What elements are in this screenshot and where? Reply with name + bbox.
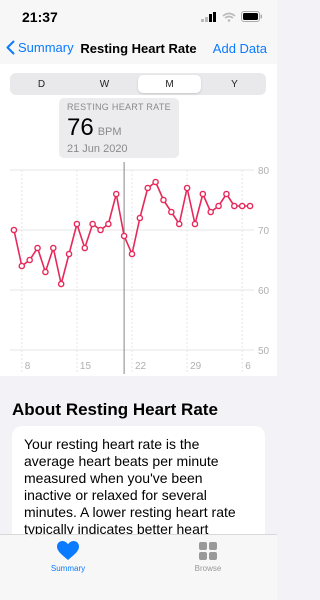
heart-rate-series-line (13, 181, 251, 285)
x-tick-label: 22 (135, 361, 147, 372)
data-point (199, 190, 207, 198)
tooltip-label: RESTING HEART RATE (67, 102, 171, 112)
x-tick-label: 8 (25, 361, 31, 372)
navigation-bar: Summary Resting Heart Rate Add Data (0, 34, 277, 64)
y-tick-label: 60 (258, 286, 270, 297)
x-tick-label: 15 (80, 361, 92, 372)
status-bar: 21:37 (0, 0, 277, 34)
data-point (105, 220, 112, 228)
wifi-icon (222, 12, 236, 22)
data-point (10, 226, 18, 234)
y-tick-label: 50 (258, 346, 270, 357)
tooltip-value: 76 (67, 114, 94, 141)
tooltip-value-row: 76 BPM (67, 114, 171, 142)
tab-summary-label: Summary (50, 564, 86, 573)
data-point (26, 256, 33, 264)
data-point (183, 184, 191, 192)
tooltip-unit: BPM (97, 126, 122, 138)
segment-week[interactable]: W (73, 73, 136, 95)
cellular-signal-icon (201, 11, 216, 22)
data-point (168, 208, 175, 216)
tooltip-date: 21 Jun 2020 (67, 143, 128, 155)
data-point (89, 220, 96, 228)
data-point (34, 244, 41, 252)
data-point (246, 202, 254, 210)
tab-browse[interactable]: Browse (168, 541, 248, 573)
battery-icon (241, 11, 262, 22)
selected-value-tooltip: RESTING HEART RATE 76 BPM 21 Jun 2020 (59, 98, 179, 158)
add-data-button[interactable]: Add Data (213, 41, 267, 56)
heart-icon (57, 541, 79, 560)
data-point (65, 250, 73, 258)
grid-icon (199, 542, 217, 560)
tab-browse-label: Browse (194, 564, 222, 573)
y-tick-label: 80 (258, 166, 270, 177)
data-point (175, 220, 183, 228)
data-point (238, 202, 246, 210)
x-tick-label: 6 (245, 361, 251, 372)
tab-bar: Summary Browse (0, 534, 277, 600)
status-icons (201, 11, 263, 22)
about-description: Your resting heart rate is the average h… (24, 436, 236, 537)
data-point (112, 190, 120, 198)
data-point (144, 184, 152, 192)
segment-year[interactable]: Y (203, 73, 266, 95)
data-point (120, 232, 128, 240)
back-label: Summary (18, 40, 74, 55)
about-section-title: About Resting Heart Rate (12, 400, 218, 419)
back-button[interactable]: Summary (6, 40, 74, 55)
data-point (42, 268, 49, 276)
data-point (215, 202, 222, 210)
data-point (136, 214, 144, 222)
data-point (128, 250, 136, 258)
tab-summary[interactable]: Summary (28, 541, 108, 573)
about-card: Your resting heart rate is the average h… (12, 426, 265, 546)
data-point (223, 190, 230, 198)
chevron-left-icon (6, 40, 15, 55)
data-point (97, 226, 104, 234)
data-point (191, 220, 199, 228)
y-tick-label: 70 (258, 226, 270, 237)
segment-month[interactable]: M (138, 75, 201, 93)
time-range-segmented-control: D W M Y (10, 73, 266, 95)
data-point (231, 202, 238, 210)
data-point (160, 196, 167, 204)
data-point (18, 262, 26, 270)
data-point (81, 244, 89, 252)
data-point (73, 220, 81, 228)
status-time: 21:37 (22, 9, 58, 25)
resting-heart-rate-chart[interactable]: 80 70 60 50 8 15 22 29 6 (0, 162, 277, 376)
segment-day[interactable]: D (10, 73, 73, 95)
data-point (207, 208, 215, 216)
data-point (57, 280, 65, 288)
data-point (152, 178, 159, 186)
x-tick-label: 29 (190, 361, 202, 372)
data-point (49, 244, 57, 252)
